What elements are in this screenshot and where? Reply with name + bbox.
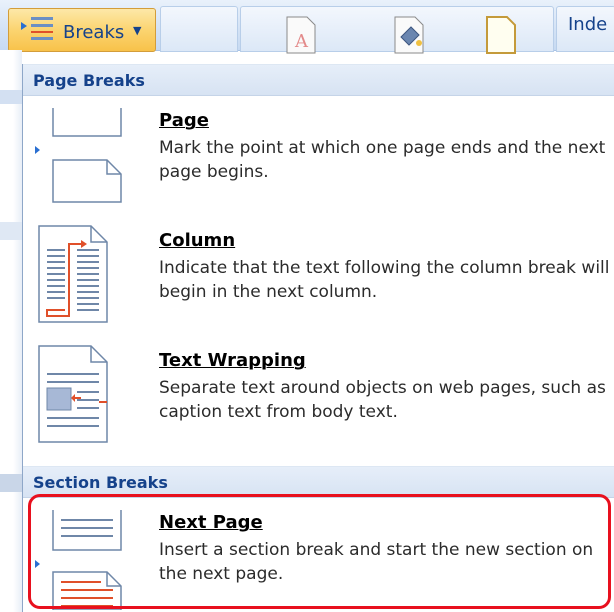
menu-item-description: Separate text around objects on web page… xyxy=(159,378,606,422)
page-color-icon[interactable] xyxy=(393,15,427,55)
breaks-icon xyxy=(21,17,53,40)
page-break-icon xyxy=(35,108,122,203)
breaks-label: Breaks xyxy=(63,22,125,43)
indent-label: Inde xyxy=(568,14,608,35)
section-header-label: Section Breaks xyxy=(33,473,168,492)
menu-item-title: Text Wrapping xyxy=(159,350,306,371)
svg-text:A: A xyxy=(294,31,309,52)
chevron-down-icon: ▼ xyxy=(133,24,142,37)
menu-item-description: Indicate that the text following the col… xyxy=(159,258,610,302)
section-header-page-breaks: Page Breaks xyxy=(23,64,614,96)
menu-item-title: Column xyxy=(159,230,236,251)
ruler-strip xyxy=(0,90,22,104)
page-borders-icon[interactable] xyxy=(485,15,519,55)
text-wrapping-icon xyxy=(38,345,108,443)
highlight-outline xyxy=(28,494,611,609)
menu-item-column[interactable]: Column Indicate that the text following … xyxy=(23,225,614,330)
menu-item-description: Mark the point at which one page ends an… xyxy=(159,138,606,182)
watermark-icon[interactable]: A xyxy=(285,15,317,55)
ruler-strip xyxy=(0,474,22,492)
ribbon-group-left xyxy=(160,6,238,52)
menu-item-page[interactable]: Page Mark the point at which one page en… xyxy=(23,108,614,210)
ribbon: Breaks ▼ A Inde xyxy=(0,0,614,55)
ruler-strip xyxy=(0,222,22,240)
breaks-button[interactable]: Breaks ▼ xyxy=(8,8,156,52)
menu-item-text-wrapping[interactable]: Text Wrapping Separate text around objec… xyxy=(23,345,614,450)
section-header-label: Page Breaks xyxy=(33,71,145,90)
document-background xyxy=(0,50,22,612)
column-break-icon xyxy=(38,225,108,323)
menu-item-title: Page xyxy=(159,110,209,131)
ribbon-group-page-background: A xyxy=(240,6,554,55)
